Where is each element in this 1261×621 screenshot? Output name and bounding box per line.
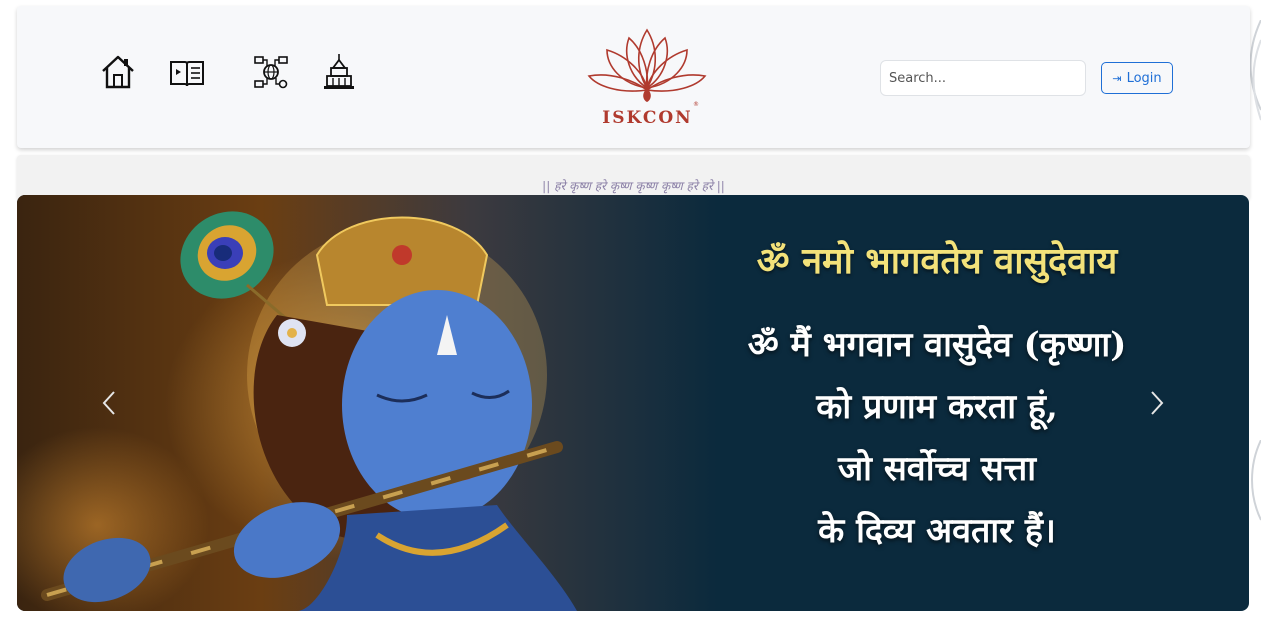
carousel-prev-button[interactable]	[95, 383, 123, 423]
decorative-swirl	[1251, 440, 1261, 521]
temple-icon[interactable]	[321, 52, 357, 92]
hero-carousel: ॐ नमो भागवतेय वासुदेवाय ॐ मैं भगवान वासु…	[17, 195, 1249, 611]
meaning-line: जो सर्वोच्च सत्ता	[837, 449, 1037, 489]
svg-text:®: ®	[693, 101, 699, 108]
home-icon[interactable]	[100, 52, 136, 92]
carousel-next-button[interactable]	[1143, 383, 1171, 423]
chant-text: || हरे कृष्ण हरे कृष्ण कृष्ण कृष्ण हरे ह…	[542, 179, 725, 193]
meaning-line: के दिव्य अवतार हैं।	[818, 511, 1056, 551]
login-button[interactable]: ⇥ Login	[1101, 62, 1173, 94]
login-label: Login	[1126, 70, 1162, 86]
chevron-right-icon	[1151, 391, 1164, 415]
mantra-heading: ॐ नमो भागवतेय वासुदेवाय	[756, 240, 1118, 282]
meaning-line: ॐ मैं भगवान वासुदेव (कृष्णा)	[747, 325, 1127, 365]
logo-text: ISKCON	[602, 108, 693, 128]
login-icon: ⇥	[1112, 71, 1122, 85]
chant-marquee: || हरे कृष्ण हरे कृष्ण कृष्ण कृष्ण हरे ह…	[17, 155, 1250, 200]
search-input[interactable]	[880, 60, 1086, 96]
book-icon[interactable]	[169, 52, 205, 92]
meaning-line: को प्रणाम करता हूं,	[816, 387, 1058, 427]
network-globe-icon[interactable]	[253, 52, 289, 92]
lotus-icon: ®	[587, 28, 707, 108]
site-header: ® ISKCON ⇥ Login	[17, 6, 1250, 148]
iskcon-logo[interactable]: ® ISKCON	[585, 28, 710, 134]
slide-caption: ॐ नमो भागवतेय वासुदेवाय ॐ मैं भगवान वासु…	[677, 235, 1197, 562]
chevron-left-icon	[102, 391, 115, 415]
